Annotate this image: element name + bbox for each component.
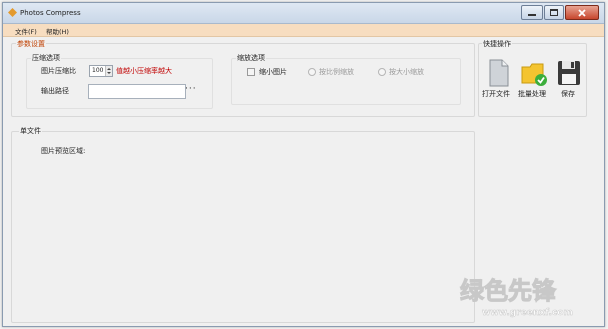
save-button[interactable] xyxy=(554,58,584,88)
minimize-icon xyxy=(528,13,536,16)
open-file-label[interactable]: 打开文件 xyxy=(482,89,510,99)
watermark: 绿色先锋 www.greenxf.com xyxy=(458,273,593,321)
title-bar: Photos Compress xyxy=(3,3,604,24)
params-group-title: 参数设置 xyxy=(16,39,46,49)
menu-help[interactable]: 帮助(H) xyxy=(46,26,69,36)
floppy-disk-icon xyxy=(558,61,580,85)
close-icon xyxy=(578,8,586,17)
ratio-hint: 值越小压缩率越大 xyxy=(116,67,172,75)
window-title: Photos Compress xyxy=(20,9,81,17)
menu-bar: 文件(F) 帮助(H) xyxy=(3,24,604,37)
minimize-button[interactable] xyxy=(521,5,543,20)
menu-file[interactable]: 文件(F) xyxy=(15,26,37,36)
single-file-title: 单文件 xyxy=(19,126,42,136)
open-file-button[interactable] xyxy=(483,58,513,88)
compress-group-title: 压缩选项 xyxy=(31,53,61,63)
scale-group xyxy=(231,58,461,105)
stepper-arrows[interactable] xyxy=(105,66,112,76)
maximize-button[interactable] xyxy=(544,5,564,20)
quick-actions-title: 快捷操作 xyxy=(482,39,512,49)
svg-text:www.greenxf.com: www.greenxf.com xyxy=(482,308,573,318)
fixed-size-label: 按大小缩放 xyxy=(389,68,424,76)
maximize-icon xyxy=(550,9,558,16)
close-button[interactable] xyxy=(565,5,599,20)
scale-group-title: 缩放选项 xyxy=(236,53,266,63)
document-icon xyxy=(489,59,509,87)
output-path-input[interactable] xyxy=(88,84,186,99)
batch-process-button[interactable] xyxy=(519,58,549,88)
app-window: Photos Compress 文件(F) 帮助(H) 参数设置 压缩选项 图片… xyxy=(2,2,605,327)
proportional-label: 按比例缩放 xyxy=(319,68,354,76)
folder-check-icon xyxy=(521,63,547,86)
shrink-label: 缩小图片 xyxy=(259,68,287,76)
save-label[interactable]: 保存 xyxy=(561,89,575,99)
fixed-size-radio[interactable] xyxy=(378,68,386,76)
stepper-arrows-icon xyxy=(107,68,111,74)
ratio-label: 图片压缩比 xyxy=(41,67,76,75)
batch-process-label[interactable]: 批量处理 xyxy=(518,89,546,99)
ratio-stepper[interactable]: 100 xyxy=(89,65,113,77)
output-path-label: 输出路径 xyxy=(41,87,69,95)
browse-button[interactable]: ··· xyxy=(185,84,197,94)
shrink-checkbox[interactable] xyxy=(247,68,255,76)
watermark-logo: 绿色先锋 www.greenxf.com xyxy=(460,277,574,319)
app-icon xyxy=(8,8,17,17)
single-file-group xyxy=(11,131,475,323)
proportional-radio[interactable] xyxy=(308,68,316,76)
svg-text:绿色先锋: 绿色先锋 xyxy=(460,277,557,305)
ratio-value: 100 xyxy=(92,67,104,74)
preview-area-label: 图片预览区域: xyxy=(41,147,86,155)
